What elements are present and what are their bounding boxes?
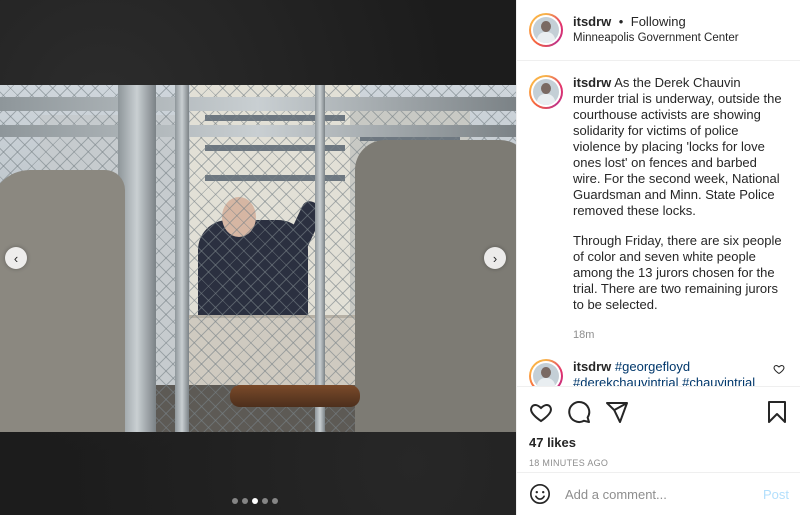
hashtag-comment: itsdrw #georgefloyd #derekchauvintrial #… [529, 359, 788, 386]
comments-section[interactable]: itsdrw As the Derek Chauvin murder trial… [517, 61, 800, 386]
chevron-right-icon: › [492, 250, 498, 266]
heart-icon[interactable] [773, 363, 785, 375]
post-side-panel: itsdrw • Following Minneapolis Governmen… [516, 0, 800, 515]
post-comment-button[interactable]: Post [763, 487, 789, 502]
caption-username[interactable]: itsdrw [573, 75, 611, 90]
carousel-dot-active [252, 498, 258, 504]
avatar[interactable] [529, 359, 563, 386]
avatar[interactable] [529, 75, 563, 109]
comment-input[interactable] [565, 486, 755, 502]
avatar[interactable] [529, 13, 563, 47]
share-icon[interactable] [605, 400, 629, 424]
post-photo [0, 85, 516, 432]
comment-username[interactable]: itsdrw [573, 359, 611, 374]
emoji-icon[interactable] [529, 483, 551, 505]
caption-text: As the Derek Chauvin murder trial is und… [573, 75, 782, 218]
follow-status-button[interactable]: Following [631, 14, 686, 29]
post-header: itsdrw • Following Minneapolis Governmen… [517, 0, 800, 61]
post-timestamp[interactable]: 18 MINUTES AGO [529, 458, 789, 468]
carousel-dot [272, 498, 278, 504]
carousel-next-button[interactable]: › [484, 247, 506, 269]
carousel-indicator [232, 498, 278, 504]
carousel-dot [242, 498, 248, 504]
add-comment-bar: Post [517, 472, 800, 515]
action-bar: 47 likes 18 MINUTES AGO [517, 386, 800, 468]
carousel-dot [232, 498, 238, 504]
caption-text-2: Through Friday, there are six people of … [573, 233, 782, 312]
separator-dot: • [618, 14, 624, 29]
caption-time[interactable]: 18m [573, 327, 783, 343]
likes-count[interactable]: 47 likes [529, 435, 789, 450]
caption-comment: itsdrw As the Derek Chauvin murder trial… [529, 75, 788, 343]
media-pane: ‹ › [0, 0, 516, 515]
location-link[interactable]: Minneapolis Government Center [573, 30, 739, 46]
chevron-left-icon: ‹ [13, 250, 19, 266]
bookmark-icon[interactable] [765, 400, 789, 424]
author-username[interactable]: itsdrw [573, 14, 611, 29]
carousel-dot [262, 498, 268, 504]
heart-icon[interactable] [529, 400, 553, 424]
comment-icon[interactable] [567, 400, 591, 424]
carousel-prev-button[interactable]: ‹ [5, 247, 27, 269]
